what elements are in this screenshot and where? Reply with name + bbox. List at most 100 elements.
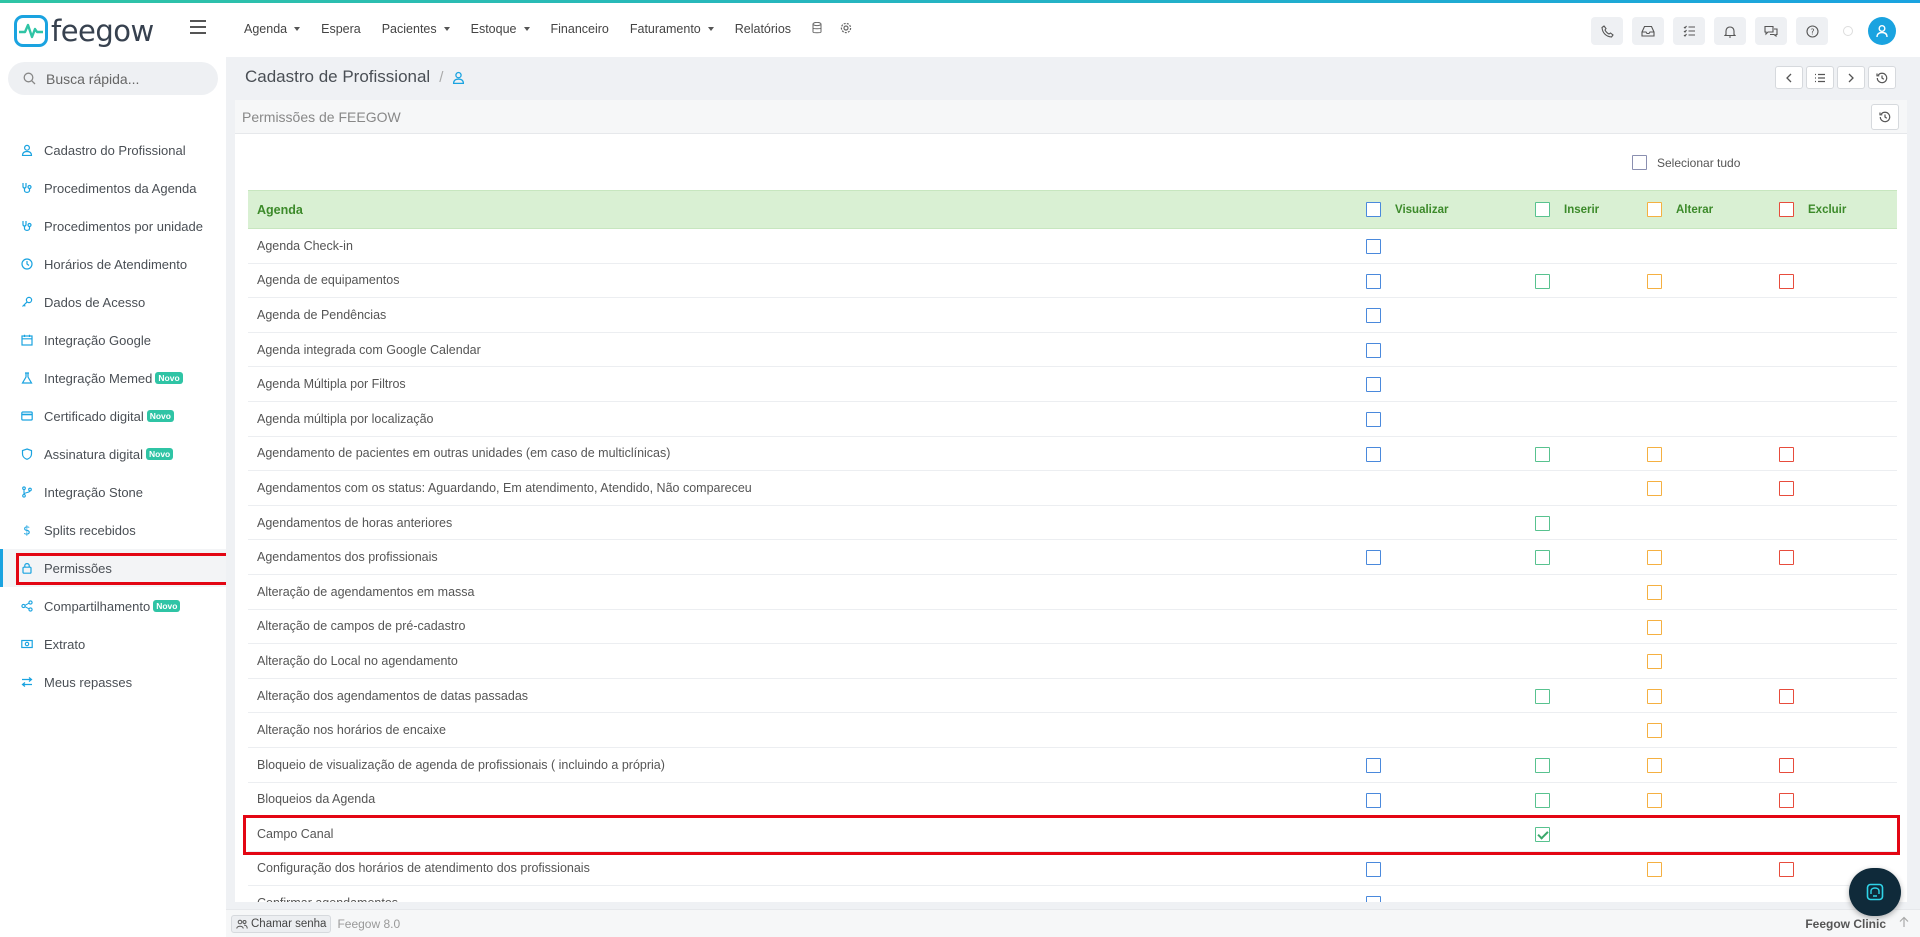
chamar-senha-button[interactable]: Chamar senha: [231, 914, 332, 933]
sidebar-item-horarios[interactable]: Horários de Atendimento: [0, 245, 226, 283]
checkbox-excluir[interactable]: [1779, 273, 1794, 289]
checkbox-visualizar[interactable]: [1366, 342, 1381, 358]
sidebar-item-repasses[interactable]: Meus repasses: [0, 663, 226, 701]
nav-agenda[interactable]: Agenda: [244, 22, 301, 36]
sidebar-item-permissoes[interactable]: Permissões: [0, 549, 226, 587]
panel-history-button[interactable]: [1871, 104, 1899, 130]
checklist-icon[interactable]: [1673, 17, 1705, 45]
checkbox-alterar[interactable]: [1647, 481, 1662, 497]
sidebar-item-proc-unidade[interactable]: Procedimentos por unidade: [0, 207, 226, 245]
checkbox-visualizar[interactable]: [1366, 239, 1381, 254]
checkbox-alterar[interactable]: [1647, 723, 1662, 739]
chat-icon[interactable]: [1755, 17, 1787, 45]
cell-visualizar: [1366, 342, 1381, 358]
phone-icon[interactable]: [1591, 17, 1623, 45]
sidebar-menu: Cadastro do Profissional Procedimentos d…: [0, 131, 226, 701]
checkbox-excluir[interactable]: [1779, 757, 1794, 773]
checkbox-visualizar[interactable]: [1366, 377, 1381, 393]
cell-visualizar: [1366, 861, 1381, 877]
page-title: Cadastro de Profissional /: [245, 67, 465, 87]
nav-estoque[interactable]: Estoque: [471, 22, 530, 36]
sidebar-item-cadastro[interactable]: Cadastro do Profissional: [0, 131, 226, 169]
checkbox-visualizar[interactable]: [1366, 550, 1381, 566]
checkbox-inserir[interactable]: [1535, 757, 1550, 773]
checkbox-alterar[interactable]: [1647, 757, 1662, 773]
checkbox-alterar[interactable]: [1647, 688, 1662, 704]
checkbox-inserir[interactable]: [1535, 446, 1550, 462]
checkbox-alterar[interactable]: [1647, 792, 1662, 808]
logo-text: feegow: [51, 14, 154, 48]
avatar[interactable]: [1868, 17, 1896, 45]
checkbox-excluir[interactable]: [1779, 446, 1794, 462]
gear-icon[interactable]: [840, 22, 852, 36]
checkbox-visualizar[interactable]: [1366, 757, 1381, 773]
support-fab-button[interactable]: [1849, 868, 1901, 916]
sidebar-item-certificado[interactable]: Certificado digital Novo: [0, 397, 226, 435]
database-icon[interactable]: [812, 22, 822, 36]
list-button[interactable]: [1806, 66, 1834, 89]
menu-toggle-icon[interactable]: [190, 20, 206, 38]
checkbox-visualizar[interactable]: [1366, 411, 1381, 427]
checkbox-alterar[interactable]: [1647, 273, 1662, 289]
checkbox-alterar[interactable]: [1647, 619, 1662, 635]
prev-button[interactable]: [1775, 66, 1803, 89]
key-icon: [20, 295, 34, 309]
history-button[interactable]: [1868, 66, 1896, 89]
checkbox-excluir[interactable]: [1779, 481, 1794, 497]
bell-icon[interactable]: [1714, 17, 1746, 45]
sidebar-item-splits[interactable]: $ Splits recebidos: [0, 511, 226, 549]
checkbox-alterar[interactable]: [1647, 550, 1662, 566]
checkbox-visualizar[interactable]: [1366, 273, 1381, 289]
table-row: Agenda Check-in: [248, 229, 1897, 264]
nav-financeiro[interactable]: Financeiro: [551, 22, 609, 36]
cell-alterar: [1647, 688, 1662, 704]
checkbox-visualizar-all[interactable]: [1366, 202, 1381, 217]
nav-faturamento[interactable]: Faturamento: [630, 22, 714, 36]
table-row: Agenda de equipamentos: [248, 264, 1897, 299]
nav-relatorios[interactable]: Relatórios: [735, 22, 791, 36]
checkbox-excluir[interactable]: [1779, 792, 1794, 808]
select-all-checkbox[interactable]: [1632, 155, 1647, 170]
cell-inserir: [1535, 757, 1550, 773]
sidebar-item-compartilhamento[interactable]: Compartilhamento Novo: [0, 587, 226, 625]
checkbox-alterar[interactable]: [1647, 584, 1662, 600]
inbox-icon[interactable]: [1632, 17, 1664, 45]
checkbox-inserir[interactable]: [1535, 688, 1550, 704]
scroll-up-icon[interactable]: [1898, 916, 1914, 932]
cell-inserir: [1535, 827, 1550, 843]
sidebar-item-memed[interactable]: Integração Memed Novo: [0, 359, 226, 397]
sidebar-item-proc-agenda[interactable]: Procedimentos da Agenda: [0, 169, 226, 207]
checkbox-visualizar[interactable]: [1366, 896, 1381, 902]
checkbox-visualizar[interactable]: [1366, 792, 1381, 808]
checkbox-inserir[interactable]: [1535, 792, 1550, 808]
nav-pacientes[interactable]: Pacientes: [382, 22, 450, 36]
checkbox-excluir-all[interactable]: [1779, 202, 1794, 217]
checkbox-alterar[interactable]: [1647, 654, 1662, 670]
checkbox-inserir[interactable]: [1535, 273, 1550, 289]
checkbox-excluir[interactable]: [1779, 861, 1794, 877]
sidebar-item-dados-acesso[interactable]: Dados de Acesso: [0, 283, 226, 321]
checkbox-alterar[interactable]: [1647, 861, 1662, 877]
help-icon[interactable]: ?: [1796, 17, 1828, 45]
nav-espera[interactable]: Espera: [321, 22, 361, 36]
checkbox-visualizar[interactable]: [1366, 308, 1381, 324]
search-input[interactable]: [46, 70, 196, 87]
svg-text:?: ?: [1810, 27, 1814, 36]
checkbox-inserir[interactable]: [1535, 827, 1550, 843]
checkbox-visualizar[interactable]: [1366, 446, 1381, 462]
select-all[interactable]: Selecionar tudo: [1632, 155, 1740, 170]
sidebar-item-stone[interactable]: Integração Stone: [0, 473, 226, 511]
checkbox-excluir[interactable]: [1779, 688, 1794, 704]
checkbox-inserir-all[interactable]: [1535, 202, 1550, 217]
checkbox-inserir[interactable]: [1535, 515, 1550, 531]
checkbox-alterar[interactable]: [1647, 446, 1662, 462]
logo[interactable]: feegow: [14, 14, 154, 48]
checkbox-excluir[interactable]: [1779, 550, 1794, 566]
checkbox-alterar-all[interactable]: [1647, 202, 1662, 217]
checkbox-visualizar[interactable]: [1366, 861, 1381, 877]
next-button[interactable]: [1837, 66, 1865, 89]
sidebar-item-google[interactable]: Integração Google: [0, 321, 226, 359]
sidebar-item-extrato[interactable]: Extrato: [0, 625, 226, 663]
checkbox-inserir[interactable]: [1535, 550, 1550, 566]
sidebar-item-assinatura[interactable]: Assinatura digital Novo: [0, 435, 226, 473]
